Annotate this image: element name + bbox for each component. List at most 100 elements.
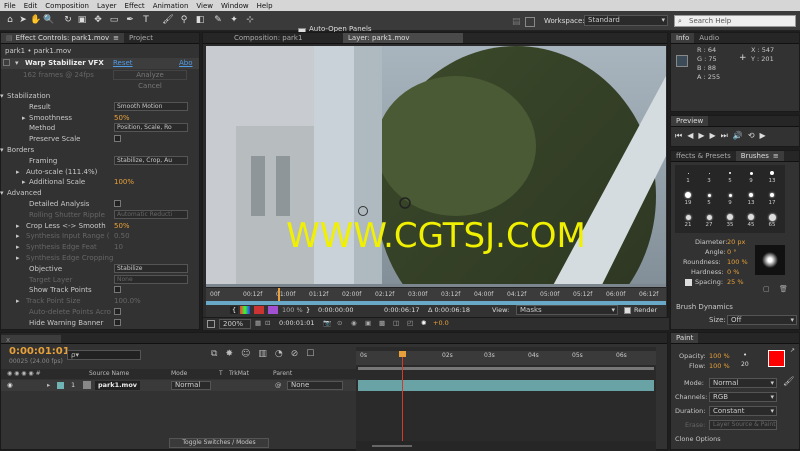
property-value[interactable]: 50%	[114, 113, 130, 123]
effect-property-row[interactable]: ▸ Auto-scale (111.4%)	[1, 167, 199, 177]
property-select[interactable]: None	[114, 274, 188, 284]
play-icon[interactable]: ▶	[698, 131, 709, 140]
pickwhip-icon[interactable]: @	[275, 380, 282, 391]
tab-composition[interactable]: Composition: park1	[203, 33, 343, 43]
alpha-icon[interactable]	[254, 306, 264, 314]
tab-info[interactable]: Info	[671, 33, 695, 43]
type-tool-icon[interactable]: T	[140, 14, 152, 26]
menu-item-composition[interactable]: Composition	[45, 2, 89, 10]
menu-item-edit[interactable]: Edit	[24, 2, 38, 10]
exposure-icon[interactable]: ✺	[421, 319, 426, 327]
cancel-button[interactable]: Cancel	[113, 81, 187, 91]
tab-brushes[interactable]: Brushes ≡	[735, 151, 784, 161]
time-graph[interactable]: 0s 02s 03s 04s 05s 06s	[356, 347, 656, 451]
col-parent[interactable]: Parent	[273, 369, 292, 379]
col-mode[interactable]: Mode	[171, 369, 187, 379]
close-icon[interactable]: x	[6, 336, 10, 344]
effect-property-row[interactable]: ▸ Synthesis Edge Cropping	[1, 253, 199, 263]
effect-property-row[interactable]: ▸ Additional Scale 100%	[1, 177, 199, 187]
menu-item-window[interactable]: Window	[221, 2, 249, 10]
col-t[interactable]: T	[219, 369, 223, 379]
transparency-grid-icon[interactable]: ▩	[379, 319, 385, 327]
audio-icon[interactable]: 🔊	[733, 131, 748, 140]
expand-icon[interactable]: ▸	[16, 221, 20, 231]
zoom-tool-icon[interactable]: 🔍	[43, 14, 55, 26]
draft-3d-icon[interactable]: ✸	[225, 349, 241, 359]
new-brush-icon[interactable]: ▢	[763, 285, 770, 293]
cti-head[interactable]	[399, 351, 406, 357]
pen-tool-icon[interactable]: ✒	[124, 14, 136, 26]
hand-tool-icon[interactable]: ✋	[30, 14, 42, 26]
channels-icon[interactable]: ◰	[407, 319, 413, 327]
effect-property-row[interactable]: ▾ Borders	[0, 145, 199, 155]
set-in-icon[interactable]: {	[230, 306, 239, 314]
panel-menu-icon[interactable]: ≡	[773, 152, 779, 160]
fit-icon[interactable]: ⊡	[265, 319, 270, 327]
menu-item-animation[interactable]: Animation	[153, 2, 189, 10]
visibility-icon[interactable]: ◉	[7, 380, 13, 391]
search-help-input[interactable]: ⌕ Search Help	[674, 15, 796, 27]
brush-tool-icon[interactable]: 🖌	[162, 14, 174, 26]
set-out-icon[interactable]: }	[306, 306, 310, 314]
property-checkbox[interactable]	[114, 308, 121, 315]
snapshot-icon[interactable]: 📷	[323, 319, 331, 327]
layer-name[interactable]: park1.mov	[95, 381, 141, 390]
color-channels-icon[interactable]	[240, 306, 250, 314]
brush-tip[interactable]: 17	[763, 190, 781, 210]
effect-property-row[interactable]: Preserve Scale	[1, 134, 199, 144]
out-point[interactable]: 0:00:06:17	[384, 306, 420, 314]
tab-layer[interactable]: Layer: park1.mov	[343, 33, 463, 43]
expand-icon[interactable]: ▸	[22, 113, 26, 123]
expand-layer-icon[interactable]: ▸	[47, 380, 50, 391]
first-frame-icon[interactable]: ⏮	[675, 131, 687, 140]
erase-select[interactable]: Layer Source & Paint	[709, 420, 777, 430]
brainstorm-icon[interactable]: ☐	[306, 349, 322, 359]
menu-item-file[interactable]: File	[4, 2, 16, 10]
brush-icon[interactable]: 🖌	[783, 377, 794, 387]
frame-blending-icon[interactable]: ▥	[258, 349, 275, 359]
expand-icon[interactable]: ▸	[16, 242, 20, 252]
tab-preview[interactable]: Preview	[671, 116, 709, 126]
about-link[interactable]: Abo	[179, 59, 193, 67]
property-value[interactable]: 0.50	[114, 231, 130, 241]
magnification-select[interactable]: 200%	[219, 319, 251, 329]
current-time-indicator[interactable]	[402, 351, 403, 451]
composition-mini-flowchart-icon[interactable]: ⧉	[211, 349, 225, 359]
collapse-icon[interactable]: ▾	[0, 91, 4, 101]
property-checkbox[interactable]	[114, 200, 121, 207]
camera-tool-icon[interactable]: ▣	[76, 14, 88, 26]
spacing-checkbox[interactable]	[685, 279, 692, 286]
property-select[interactable]: Stabilize, Crop, Au	[114, 155, 188, 165]
brush-tip[interactable]: 13	[763, 168, 781, 188]
timeline-search-input[interactable]: ρ▾	[67, 350, 141, 360]
shy-icon[interactable]: ☺	[241, 349, 258, 359]
channels-select[interactable]: RGB ▾	[709, 392, 777, 402]
property-select[interactable]: Smooth Motion	[114, 101, 188, 111]
brush-tip[interactable]: 13	[742, 190, 760, 210]
graph-editor-icon[interactable]: ⊘	[291, 349, 307, 359]
brush-tip[interactable]: 65	[763, 212, 781, 232]
effect-property-row[interactable]: Framing Stabilize, Crop, Au	[1, 155, 199, 166]
selection-tool-icon[interactable]: ➤	[17, 14, 29, 26]
effect-property-row[interactable]: ▾ Advanced	[0, 188, 199, 198]
fx-toggle[interactable]	[3, 59, 10, 66]
reset-link[interactable]: Reset	[113, 59, 133, 67]
timeline-timecode[interactable]: 0:00:01:01	[9, 346, 70, 357]
effect-property-row[interactable]: Result Smooth Motion	[1, 101, 199, 112]
property-checkbox[interactable]	[114, 286, 121, 294]
workspace-icon[interactable]	[525, 17, 535, 27]
loop-icon[interactable]: ⟲	[748, 131, 760, 140]
property-checkbox[interactable]	[114, 318, 121, 326]
analyze-button[interactable]: Analyze	[113, 70, 187, 80]
expand-icon[interactable]: ▸	[22, 177, 26, 187]
expand-icon[interactable]: ▸	[16, 296, 20, 306]
table-row[interactable]: ◉ ▸ 1 park1.mov Normal @ None	[1, 380, 356, 391]
viewer-timecode[interactable]: 0:00:01:01	[279, 319, 315, 327]
color-icon[interactable]: ◉	[351, 319, 357, 327]
col-source-name[interactable]: Source Name	[89, 369, 129, 379]
mask-visibility-icon[interactable]: ◫	[393, 319, 399, 327]
roundness-value[interactable]: 100 %	[727, 257, 748, 267]
collapse-icon[interactable]: ▾	[15, 59, 19, 67]
view-select[interactable]: Masks ▾	[516, 305, 618, 315]
expand-icon[interactable]: ▸	[16, 231, 20, 241]
